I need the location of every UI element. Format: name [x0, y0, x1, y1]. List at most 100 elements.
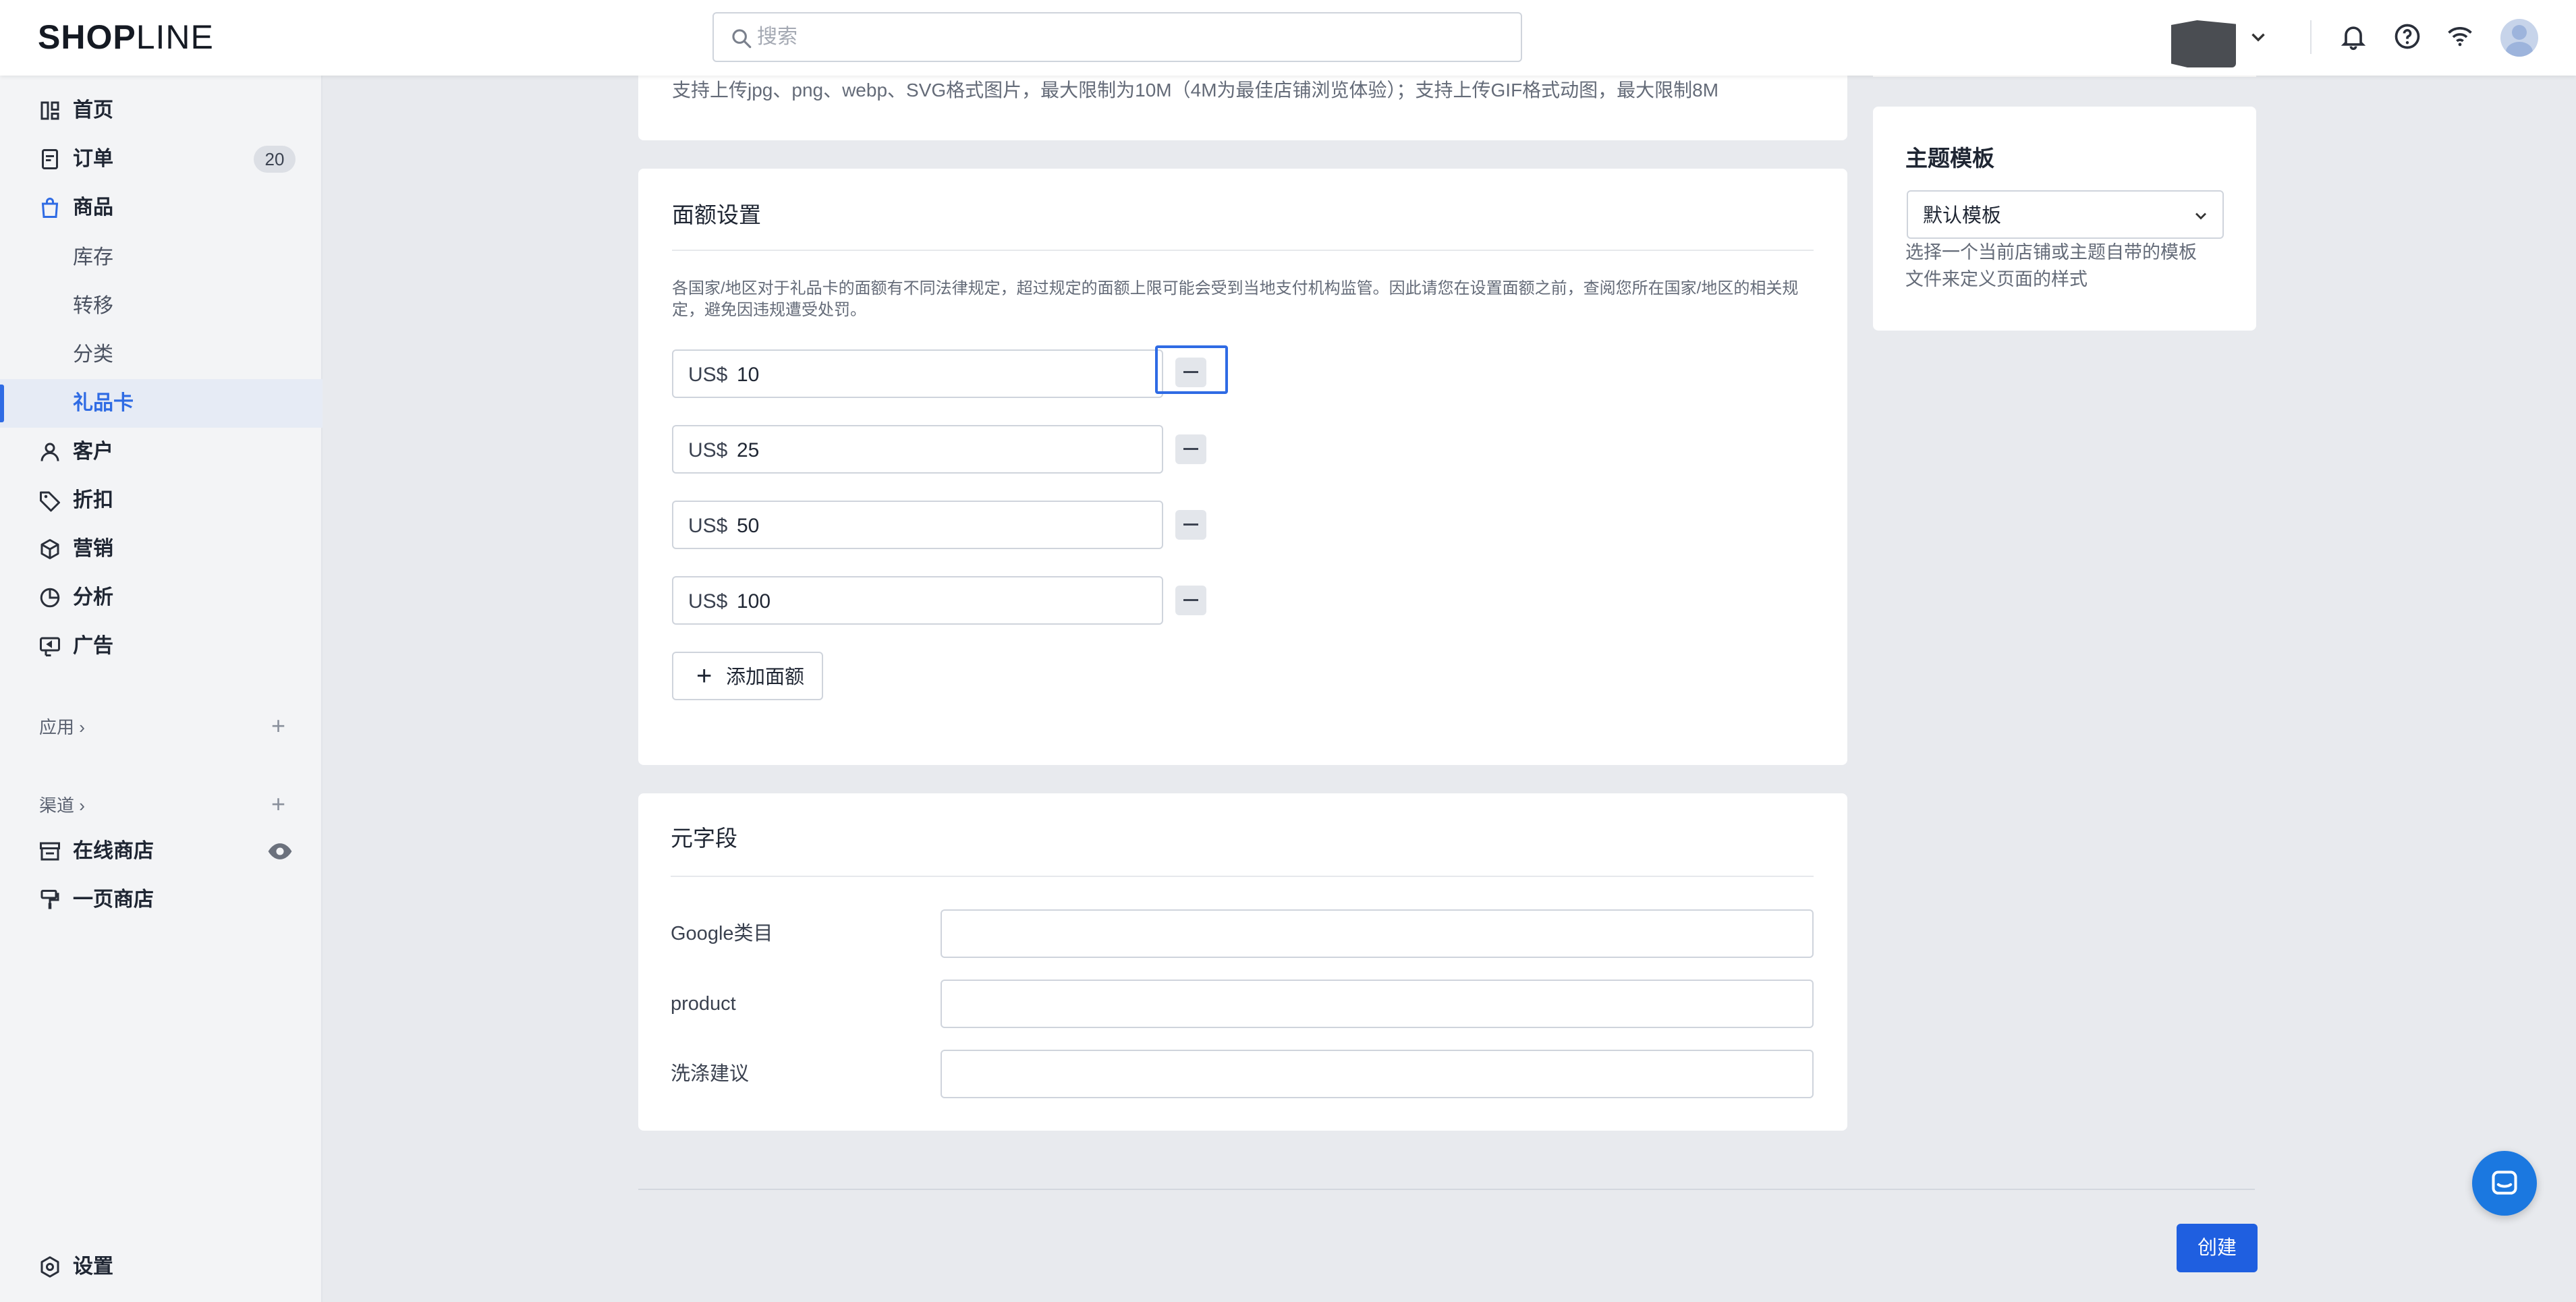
- metafield-label: Google类目: [671, 923, 773, 944]
- wifi-icon[interactable]: [2445, 22, 2475, 51]
- ad-icon: [40, 637, 60, 656]
- amount-field[interactable]: US$ 50: [672, 501, 1163, 549]
- sidebar-item-ads[interactable]: 广告: [0, 622, 323, 671]
- amount-value[interactable]: 10: [737, 363, 759, 387]
- theme-template-select[interactable]: 默认模板: [1907, 190, 2224, 239]
- product-field[interactable]: [941, 980, 1814, 1028]
- denomination-note: 定，避免因违规遭受处罚。: [672, 301, 866, 319]
- amount-value[interactable]: 25: [737, 438, 759, 463]
- store-thumbnail[interactable]: [2171, 20, 2236, 67]
- remove-amount-button[interactable]: [1175, 434, 1206, 464]
- add-channel-plus-icon[interactable]: +: [271, 792, 285, 816]
- chat-button[interactable]: [2472, 1151, 2537, 1216]
- card-title: 面额设置: [672, 202, 761, 227]
- divider: [2310, 20, 2312, 54]
- sidebar-item-label: 一页商店: [73, 888, 154, 911]
- currency-prefix: US$: [688, 515, 728, 537]
- remove-amount-button[interactable]: [1175, 358, 1206, 387]
- google-category-field[interactable]: [941, 909, 1814, 958]
- media-card: 支持上传jpg、png、webp、SVG格式图片，最大限制为10M（4M为最佳店…: [638, 76, 1847, 140]
- chevron-down-icon: [2195, 213, 2206, 220]
- chat-icon: [2492, 1170, 2517, 1195]
- sidebar-item-label: 分类: [73, 343, 113, 366]
- add-amount-button[interactable]: + 添加面额: [672, 652, 823, 700]
- sidebar-item-label: 营销: [73, 538, 113, 560]
- sidebar-item-label: 库存: [73, 246, 113, 268]
- cube-icon: [40, 539, 59, 559]
- amount-field[interactable]: US$ 100: [672, 576, 1163, 625]
- sidebar-item-discounts[interactable]: 折扣: [0, 476, 323, 525]
- apps-section-title[interactable]: 应用 ›: [39, 716, 85, 738]
- theme-description: 文件来定义页面的样式: [1905, 269, 2088, 289]
- amount-field[interactable]: US$ 10: [672, 349, 1163, 398]
- sidebar-item-orders[interactable]: 订单 20: [0, 135, 323, 183]
- sidebar-item-inventory[interactable]: 库存: [0, 233, 323, 282]
- sidebar-item-home[interactable]: 首页: [0, 86, 323, 135]
- sidebar-item-label: 折扣: [73, 489, 113, 511]
- sidebar-item-customers[interactable]: 客户: [0, 428, 323, 476]
- pie-chart-icon: [40, 588, 60, 608]
- theme-description: 选择一个当前店铺或主题自带的模板: [1905, 242, 2197, 262]
- sidebar-item-label: 商品: [73, 196, 113, 219]
- avatar[interactable]: [2500, 19, 2538, 57]
- sidebar-item-marketing[interactable]: 营销: [0, 525, 323, 573]
- sidebar-item-label: 订单: [73, 148, 113, 170]
- brush-icon: [40, 890, 59, 909]
- sidebar-item-transfers[interactable]: 转移: [0, 282, 323, 331]
- sidebar-item-products[interactable]: 商品: [0, 183, 323, 232]
- help-icon[interactable]: [2392, 22, 2422, 51]
- metafield-label: product: [671, 993, 736, 1015]
- sidebar-item-online-store[interactable]: 在线商店: [0, 827, 323, 876]
- sidebar-item-gift-cards[interactable]: 礼品卡: [0, 379, 323, 428]
- currency-prefix: US$: [688, 439, 728, 461]
- tag-icon: [40, 491, 60, 512]
- divider: [671, 876, 1814, 877]
- sidebar-item-label: 设置: [73, 1255, 113, 1278]
- chevron-down-icon[interactable]: [2247, 26, 2270, 49]
- card-title: 主题模板: [1905, 146, 1994, 171]
- currency-prefix: US$: [688, 590, 728, 613]
- search-icon: [732, 29, 752, 49]
- add-app-plus-icon[interactable]: +: [271, 714, 285, 738]
- card-title: 元字段: [671, 826, 737, 851]
- bell-icon[interactable]: [2339, 22, 2368, 51]
- sidebar-item-label: 广告: [73, 635, 113, 657]
- selected-template: 默认模板: [1923, 205, 2002, 227]
- amount-value[interactable]: 100: [737, 590, 771, 614]
- denomination-note: 各国家/地区对于礼品卡的面额有不同法律规定，超过规定的面额上限可能会受到当地支付…: [672, 279, 1799, 298]
- sidebar-item-settings[interactable]: 设置: [0, 1243, 323, 1291]
- sidebar-item-label: 分析: [73, 586, 113, 608]
- order-icon: [42, 149, 58, 169]
- footer-divider: [638, 1189, 2255, 1190]
- remove-amount-button[interactable]: [1175, 586, 1206, 615]
- sidebar-item-categories[interactable]: 分类: [0, 331, 323, 379]
- wash-instructions-field[interactable]: [941, 1050, 1814, 1098]
- top-bar: SHOPLINE: [0, 0, 2576, 76]
- sidebar-item-analytics[interactable]: 分析: [0, 573, 323, 622]
- sidebar-item-label: 客户: [73, 441, 113, 463]
- right-card-tail: [1873, 76, 2256, 77]
- sidebar-item-label: 转移: [73, 295, 113, 317]
- metafield-label: 洗涤建议: [671, 1063, 750, 1085]
- shopline-logo[interactable]: SHOPLINE: [38, 18, 214, 57]
- search-input[interactable]: [757, 19, 1499, 55]
- eye-icon[interactable]: [267, 841, 293, 862]
- plus-icon: +: [696, 661, 712, 691]
- create-button[interactable]: 创建: [2177, 1224, 2258, 1272]
- bag-icon: [41, 198, 59, 218]
- media-upload-hint: 支持上传jpg、png、webp、SVG格式图片，最大限制为10M（4M为最佳店…: [672, 80, 1719, 101]
- remove-amount-button[interactable]: [1175, 510, 1206, 540]
- channels-section-title[interactable]: 渠道 ›: [39, 795, 85, 816]
- person-icon: [40, 443, 59, 461]
- currency-prefix: US$: [688, 364, 728, 386]
- amount-value[interactable]: 50: [737, 514, 759, 538]
- order-count-badge: 20: [254, 146, 296, 173]
- sidebar-item-one-page-store[interactable]: 一页商店: [0, 876, 323, 924]
- home-icon: [40, 101, 59, 120]
- gear-icon: [40, 1256, 59, 1278]
- amount-field[interactable]: US$ 25: [672, 425, 1163, 474]
- search-box[interactable]: [712, 12, 1522, 62]
- sidebar-item-label: 礼品卡: [73, 392, 134, 414]
- divider: [672, 250, 1814, 251]
- sidebar-item-label: 在线商店: [73, 840, 154, 862]
